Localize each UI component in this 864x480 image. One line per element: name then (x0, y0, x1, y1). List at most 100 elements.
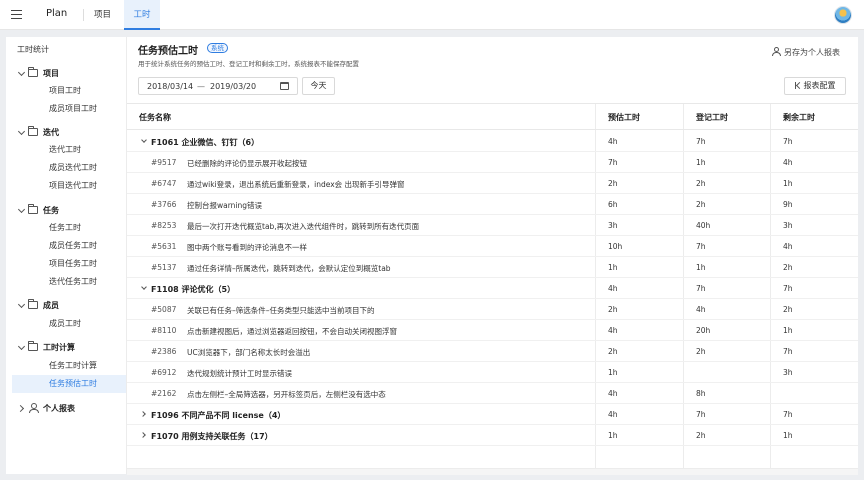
sidebar-group-calculation[interactable]: 工时计算 (6, 339, 127, 357)
sidebar-item-project-hours[interactable]: 项目工时 (12, 82, 126, 100)
table-group-row[interactable]: F1061 企业微信、钉钉（6） 4h 7h 7h (127, 131, 858, 152)
table-row[interactable]: #8110 点击新建视图后，通过浏览器返回按钮，不会自动关闭视图浮窗 4h 20h 1h (127, 320, 858, 341)
logged-hours: 7h (696, 284, 706, 293)
estimate-hours: 1h (608, 368, 618, 377)
task-title[interactable]: 点击新建视图后，通过浏览器返回按钮，不会自动关闭视图浮窗 (187, 326, 397, 337)
task-title[interactable]: 通过wiki登录，退出系统后重新登录，index会 出现新手引导弹窗 (187, 179, 405, 190)
task-id[interactable]: #5631 (151, 242, 176, 251)
column-header-task-name[interactable]: 任务名称 (139, 112, 171, 123)
remaining-hours: 7h (783, 410, 793, 419)
task-title[interactable]: 通过任务详情–所属迭代，跳转到迭代，会默认定位到概览tab (187, 263, 391, 274)
save-as-personal-label: 另存为个人报表 (784, 48, 840, 57)
today-button[interactable]: 今天 (302, 77, 335, 95)
logged-hours: 2h (696, 431, 706, 440)
table-group-row[interactable]: F1070 用例支持关联任务（17） 1h 2h 1h (127, 425, 858, 446)
task-title[interactable]: 关联已有任务–筛选条件–任务类型只能选中当前项目下的 (187, 305, 375, 316)
sidebar-group-personal-report[interactable]: 个人报表 (6, 400, 127, 418)
task-title[interactable]: 迭代规划统计预计工时显示错误 (187, 368, 292, 379)
sidebar-item-iteration-hours[interactable]: 迭代工时 (12, 141, 126, 159)
remaining-hours: 4h (783, 158, 793, 167)
estimate-hours: 2h (608, 305, 618, 314)
folder-icon (28, 341, 38, 351)
column-header-remaining[interactable]: 剩余工时 (783, 112, 815, 123)
column-header-estimate[interactable]: 预估工时 (608, 112, 640, 123)
task-id[interactable]: #2162 (151, 389, 176, 398)
task-title[interactable]: 最后一次打开迭代概览tab,再次进入迭代组件时，跳转到所有迭代页面 (187, 221, 419, 232)
sidebar-item-member-task-hours[interactable]: 成员任务工时 (12, 237, 126, 255)
table-row[interactable]: #5087 关联已有任务–筛选条件–任务类型只能选中当前项目下的 2h 4h 2h (127, 299, 858, 320)
chevron-down-icon (17, 127, 26, 136)
sidebar-group-iteration[interactable]: 迭代 (6, 124, 127, 142)
task-id[interactable]: #2386 (151, 347, 176, 356)
task-title[interactable]: 控制台报warning错误 (187, 200, 262, 211)
estimate-hours: 4h (608, 410, 618, 419)
sidebar-item-member-project-hours[interactable]: 成员项目工时 (12, 100, 126, 118)
sidebar-group-project[interactable]: 项目 (6, 65, 127, 83)
logged-hours: 7h (696, 137, 706, 146)
sidebar-item-task-estimate-hours[interactable]: 任务预估工时 (12, 375, 126, 393)
task-title[interactable]: 已经删除的评论仍显示展开收起按钮 (187, 158, 307, 169)
logged-hours: 2h (696, 347, 706, 356)
chevron-right-icon[interactable] (140, 432, 146, 438)
chevron-down-icon[interactable] (141, 284, 147, 290)
task-id[interactable]: #6747 (151, 179, 176, 188)
sidebar-item-project-iteration-hours[interactable]: 项目迭代工时 (12, 177, 126, 195)
table-row[interactable]: #9517 已经删除的评论仍显示展开收起按钮 7h 1h 4h (127, 152, 858, 173)
logged-hours: 40h (696, 221, 711, 230)
chevron-right-icon[interactable] (140, 411, 146, 417)
logged-hours: 2h (696, 200, 706, 209)
report-config-button[interactable]: 报表配置 (784, 77, 846, 95)
sidebar-item-member-iteration-hours[interactable]: 成员迭代工时 (12, 159, 126, 177)
table-row[interactable]: #5631 图中两个账号看到的评论消息不一样 10h 7h 4h (127, 236, 858, 257)
user-avatar[interactable] (834, 6, 852, 24)
feature-name: F1061 企业微信、钉钉（6） (151, 138, 260, 147)
task-id[interactable]: #9517 (151, 158, 176, 167)
nav-tab-worktime[interactable]: 工时 (124, 0, 160, 30)
chevron-right-icon (16, 404, 25, 413)
horizontal-scrollbar[interactable] (127, 468, 858, 475)
sidebar-item-task-hours[interactable]: 任务工时 (12, 219, 126, 237)
column-header-logged[interactable]: 登记工时 (696, 112, 728, 123)
date-range-picker[interactable]: 2018/03/14 — 2019/03/20 (138, 77, 298, 95)
sidebar-group-label: 任务 (43, 206, 59, 215)
sidebar-group-label: 迭代 (43, 128, 59, 137)
task-id[interactable]: #8253 (151, 221, 176, 230)
table-row[interactable]: #2386 UC浏览器下，部门名称太长时会溢出 2h 2h 7h (127, 341, 858, 362)
folder-icon (28, 126, 38, 136)
remaining-hours: 7h (783, 347, 793, 356)
task-title[interactable]: UC浏览器下，部门名称太长时会溢出 (187, 347, 310, 358)
hamburger-menu-icon[interactable] (11, 10, 22, 19)
save-as-personal-report-button[interactable]: 另存为个人报表 (772, 47, 840, 58)
nav-tab-projects[interactable]: 项目 (94, 0, 111, 30)
table-row[interactable]: #3766 控制台报warning错误 6h 2h 9h (127, 194, 858, 215)
user-add-icon (772, 47, 781, 56)
table-row[interactable]: #2162 点击左侧栏–全局筛选器，另开标签页后，左侧栏没有选中态 4h 8h (127, 383, 858, 404)
table-group-row[interactable]: F1108 评论优化（5） 4h 7h 7h (127, 278, 858, 299)
estimate-hours: 4h (608, 137, 618, 146)
task-id[interactable]: #6912 (151, 368, 176, 377)
task-id[interactable]: #5137 (151, 263, 176, 272)
sidebar-item-member-hours[interactable]: 成员工时 (12, 315, 126, 333)
table-row[interactable]: #5137 通过任务详情–所属迭代，跳转到迭代，会默认定位到概览tab 1h 1h 2h (127, 257, 858, 278)
estimate-hours: 1h (608, 431, 618, 440)
folder-icon (28, 299, 38, 309)
sidebar-item-task-hours-calc[interactable]: 任务工时计算 (12, 357, 126, 375)
chevron-down-icon (17, 205, 26, 214)
chevron-down-icon[interactable] (141, 137, 147, 143)
table-group-row[interactable]: F1096 不同产品不同 license（4） 4h 7h 7h (127, 404, 858, 425)
task-id[interactable]: #8110 (151, 326, 176, 335)
sidebar-group-task[interactable]: 任务 (6, 202, 127, 220)
logged-hours: 7h (696, 410, 706, 419)
sidebar-group-member[interactable]: 成员 (6, 297, 127, 315)
table-row[interactable]: #6912 迭代规划统计预计工时显示错误 1h 3h (127, 362, 858, 383)
task-id[interactable]: #5087 (151, 305, 176, 314)
table-row[interactable]: #6747 通过wiki登录，退出系统后重新登录，index会 出现新手引导弹窗 2… (127, 173, 858, 194)
sidebar-item-iteration-task-hours[interactable]: 迭代任务工时 (12, 273, 126, 291)
remaining-hours: 2h (783, 305, 793, 314)
task-id[interactable]: #3766 (151, 200, 176, 209)
report-config-label: 报表配置 (803, 81, 836, 90)
table-row[interactable]: #8253 最后一次打开迭代概览tab,再次进入迭代组件时，跳转到所有迭代页面 3h… (127, 215, 858, 236)
task-title[interactable]: 点击左侧栏–全局筛选器，另开标签页后，左侧栏没有选中态 (187, 389, 386, 400)
sidebar-item-project-task-hours[interactable]: 项目任务工时 (12, 255, 126, 273)
task-title[interactable]: 图中两个账号看到的评论消息不一样 (187, 242, 307, 253)
